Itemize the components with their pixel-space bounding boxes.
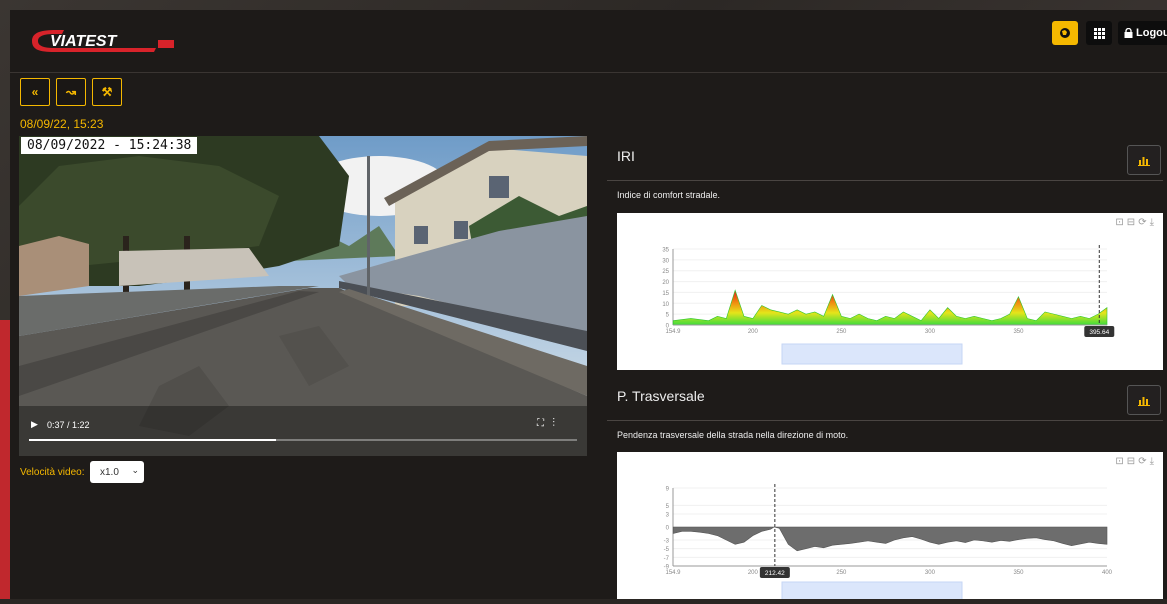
x-tick-label: 154.9 [665, 329, 681, 335]
y-tick-label: 30 [662, 258, 669, 264]
route-icon: ↝ [65, 85, 77, 99]
download-icon[interactable]: ⤓ [1150, 456, 1157, 467]
iri-description: Indice di comfort stradale. [617, 190, 721, 200]
grid-icon [1093, 27, 1105, 39]
chart-icon [1138, 396, 1150, 406]
globe-icon [1060, 28, 1070, 38]
download-icon[interactable]: ⤓ [1150, 217, 1157, 228]
restore-icon[interactable]: ⟳ [1138, 456, 1149, 467]
tools-button[interactable]: ⚒ [92, 78, 122, 106]
video-player[interactable]: 08/09/2022 - 15:24:38 ▶ 0:37 / 1:22 ⛶ ⋮ [19, 136, 587, 456]
y-tick-label: 3 [666, 513, 670, 519]
x-tick-label: 350 [1013, 570, 1024, 576]
road-video-frame [19, 136, 587, 456]
logout-label: Logout [1136, 27, 1167, 39]
video-progress-bar[interactable] [29, 439, 577, 441]
video-progress-fill [29, 439, 276, 441]
app-window: VIATEST Logout « [10, 10, 1167, 603]
logout-button[interactable]: Logout [1118, 21, 1167, 45]
x-tick-label: 200 [748, 329, 759, 335]
y-tick-label: 20 [662, 280, 669, 286]
chart-toolbox: ⊡⊟⟳⤓ [1115, 456, 1157, 467]
top-navbar: VIATEST Logout [10, 10, 1167, 73]
x-tick-label: 250 [836, 329, 847, 335]
y-tick-label: 5 [666, 313, 670, 319]
zoom-icon[interactable]: ⊡ [1115, 456, 1126, 467]
zoom-slider [781, 581, 963, 603]
lock-icon [1124, 28, 1133, 38]
iri-chart-box: ⊡⊟⟳⤓ 0 5 10 15 20 25 30 35 154.9 200 250 300 350 395.… [617, 213, 1163, 370]
iri-panel-header: IRI [607, 140, 1163, 181]
transverse-description: Pendenza trasversale della strada nella … [617, 430, 849, 440]
cursor-label: 395.64 [1089, 329, 1109, 336]
video-controls-icons: ⛶ ⋮ [537, 418, 555, 429]
viatest-logo[interactable]: VIATEST [28, 26, 178, 56]
transverse-panel-header: P. Trasversale [607, 380, 1163, 421]
video-timestamp-overlay: 08/09/2022 - 15:24:38 [21, 137, 198, 154]
y-tick-label: 9 [666, 487, 670, 493]
play-icon[interactable]: ▶ [31, 419, 38, 430]
back-button[interactable]: « [20, 78, 50, 106]
y-tick-label: -5 [664, 547, 670, 553]
transverse-chart: -9-7-5-30359154.9 200 250 300 350 400212.42 [664, 484, 1113, 603]
x-tick-label: 300 [925, 570, 936, 576]
zoom-reset-icon[interactable]: ⊟ [1127, 456, 1138, 467]
transverse-chart-box: ⊡⊟⟳⤓ -9 -7 -5 -3 0 3 5 9 154.9 200 250 300 350 400 212… [617, 452, 1163, 603]
x-tick-label: 350 [1013, 329, 1024, 335]
cursor-label: 212.42 [765, 570, 785, 577]
zoom-icon[interactable]: ⊡ [1115, 217, 1126, 228]
x-tick-label: 200 [748, 570, 759, 576]
y-tick-label: 10 [662, 302, 669, 308]
transverse-chart-button[interactable] [1127, 385, 1161, 415]
iri-title: IRI [617, 148, 635, 164]
video-speed-select[interactable]: x1.0 ⌄ [90, 461, 144, 483]
y-tick-label: 15 [662, 291, 669, 297]
iri-chart-button[interactable] [1127, 145, 1161, 175]
y-tick-label: 5 [666, 504, 670, 510]
zoom-reset-icon[interactable]: ⊟ [1127, 217, 1138, 228]
iri-panel: IRI Indice di comfort stradale. ⊡⊟⟳⤓ 051… [607, 140, 1163, 375]
series-area [672, 289, 1108, 326]
series-area [672, 526, 1108, 552]
y-tick-label: 25 [662, 269, 669, 275]
transverse-title: P. Trasversale [617, 388, 705, 404]
video-speed-value: x1.0 [100, 466, 119, 478]
session-datetime: 08/09/22, 15:23 [20, 117, 104, 131]
video-time: 0:37 / 1:22 [47, 420, 90, 430]
fullscreen-icon[interactable]: ⛶ [537, 418, 544, 429]
x-tick-label: 154.9 [665, 570, 681, 576]
video-speed-label: Velocità video: [20, 467, 85, 478]
logo-tag [158, 40, 174, 48]
y-tick-label: 0 [666, 526, 670, 532]
language-button[interactable] [1052, 21, 1078, 45]
transverse-panel: P. Trasversale Pendenza trasversale dell… [607, 380, 1163, 603]
chevron-down-icon: ⌄ [131, 465, 139, 475]
y-tick-label: 35 [662, 248, 669, 254]
x-tick-label: 400 [1102, 570, 1113, 576]
restore-icon[interactable]: ⟳ [1138, 217, 1149, 228]
chart-toolbox: ⊡⊟⟳⤓ [1115, 217, 1157, 228]
x-tick-label: 300 [925, 329, 936, 335]
chart-icon [1138, 156, 1150, 166]
route-button[interactable]: ↝ [56, 78, 86, 106]
x-tick-label: 250 [836, 570, 847, 576]
brand-wordmark: VIATEST [50, 33, 118, 50]
double-chevron-left-icon: « [31, 85, 39, 99]
iri-chart: 05101520253035154.9 200 250 300 350 395.64 [662, 245, 1115, 365]
more-options-icon[interactable]: ⋮ [552, 418, 555, 429]
y-tick-label: -3 [664, 539, 670, 545]
y-tick-label: -7 [664, 556, 670, 562]
apps-grid-button[interactable] [1086, 21, 1112, 45]
zoom-slider [781, 343, 963, 365]
hammer-icon: ⚒ [101, 85, 113, 99]
